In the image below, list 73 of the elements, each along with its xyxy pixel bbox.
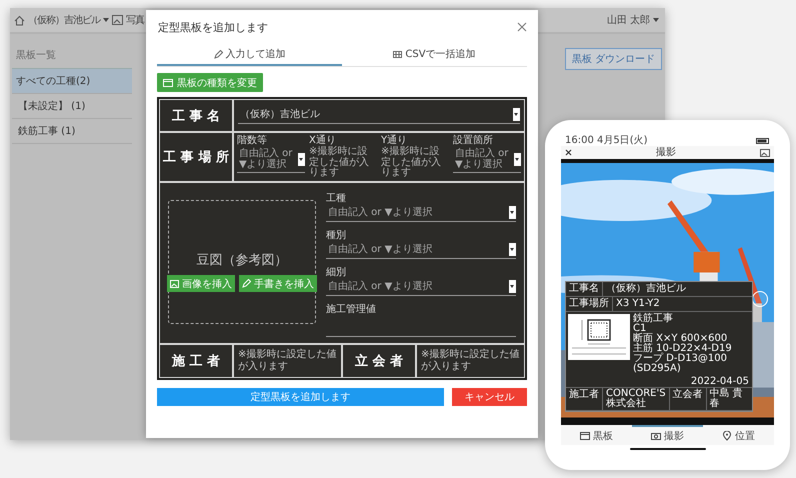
note-text: ※撮影時に設定した値が入ります: [234, 344, 341, 376]
field-label: 施工管理値: [326, 304, 377, 314]
change-type-button[interactable]: 黒板の種類を変更: [157, 73, 263, 92]
board-label: 施工者: [566, 388, 603, 410]
pencil-icon: [214, 50, 222, 58]
board-label: 施 工 者: [160, 344, 232, 376]
board-value: CONCORE'S株式会社: [603, 388, 670, 410]
field-label: 階数等: [237, 135, 268, 146]
download-button[interactable]: 黒板 ダウンロード: [564, 48, 662, 70]
note-text: ※撮影時に設定した値が入ります: [417, 344, 524, 376]
note-text: ※撮影時に設定した値が入ります: [309, 147, 370, 178]
caret-icon: [653, 18, 659, 22]
tab[interactable]: 位置: [703, 425, 774, 445]
image-icon: [112, 15, 123, 25]
close-icon[interactable]: [517, 22, 527, 32]
tab[interactable]: CSVで一括追加: [342, 44, 527, 66]
nav-link[interactable]: 写真: [126, 13, 144, 27]
field-label: 細別: [326, 266, 347, 278]
grid-icon: [393, 50, 402, 58]
board-value: X3 Y1-Y2: [615, 297, 661, 311]
board-label: 工事場所: [566, 297, 613, 311]
insert-button[interactable]: 手書きを挿入: [239, 275, 317, 292]
home-icon: [14, 14, 25, 26]
insert-button[interactable]: 画像を挿入: [167, 275, 235, 292]
note-text: ※撮影時に設定した値が入ります: [381, 147, 442, 178]
select-field[interactable]: 自由記入 or ▼より選択: [237, 147, 305, 173]
tab[interactable]: 黒板: [561, 425, 632, 445]
field-label: 工種: [326, 192, 347, 204]
column-diagram-drawing: [568, 314, 630, 360]
dialog-title: 定型黒板を追加します: [158, 20, 268, 34]
field-label: 種別: [326, 230, 347, 240]
cancel-button[interactable]: キャンセル: [452, 388, 527, 406]
location-pin-icon: [722, 431, 732, 441]
sidebar-title: 黒板一覧: [15, 48, 57, 63]
battery-icon: [756, 138, 770, 144]
board-date: 2022-04-05: [566, 376, 752, 388]
board-note: 主筋 10-D22×4-D19: [633, 344, 733, 354]
board-value: （仮称）吉池ビル: [605, 282, 687, 296]
sidebar-item[interactable]: すべての工種(2): [12, 68, 132, 94]
select-field[interactable]: 自由記入 or ▼より選択: [326, 278, 516, 296]
board-label: 工 事 場 所: [160, 133, 232, 180]
board-value: 中島 貴春: [708, 388, 744, 410]
board-label: 工 事 名: [160, 100, 232, 131]
board-label: 立 会 者: [343, 344, 415, 376]
field-label: 設置箇所: [453, 135, 494, 146]
field-label: Y通り: [381, 135, 408, 146]
board-label: 立会者: [670, 388, 707, 410]
board-note: C1: [633, 324, 646, 334]
select-field[interactable]: 自由記入 or ▼より選択: [326, 242, 516, 258]
project-dropdown[interactable]: （仮称）吉池ビル: [28, 13, 100, 27]
sketch-title: 豆図（参考図）: [196, 252, 288, 269]
user-menu[interactable]: 山田 太郎: [606, 13, 650, 27]
sidebar-item[interactable]: 【未設定】 (1): [12, 94, 132, 119]
close-icon: [565, 149, 572, 156]
pencil-icon: [242, 279, 251, 288]
board-label: 工事名: [566, 282, 603, 296]
gallery-icon: [760, 148, 770, 156]
select-field[interactable]: 自由記入 or ▼より選択: [453, 147, 521, 173]
tab[interactable]: 入力して追加: [157, 44, 342, 66]
field-label: X通り: [309, 135, 336, 146]
select-field[interactable]: 自由記入 or ▼より選択: [326, 204, 516, 222]
camera-icon: [651, 431, 661, 441]
board-icon: [580, 431, 590, 441]
image-icon: [170, 280, 179, 288]
board-icon: [163, 78, 173, 86]
caret-icon: [103, 18, 109, 22]
tab[interactable]: 撮影: [632, 425, 703, 445]
screen-title: 撮影: [656, 147, 676, 158]
board-note: フープ D-D13@100 (SD295A): [633, 354, 728, 374]
board-note: 断面 X×Y 600×600: [633, 334, 728, 344]
status-time: 16:00 4月5日(火): [565, 136, 648, 146]
sidebar-item[interactable]: 鉄筋工事 (1): [12, 119, 132, 144]
board-note: 鉄筋工事: [633, 314, 674, 324]
